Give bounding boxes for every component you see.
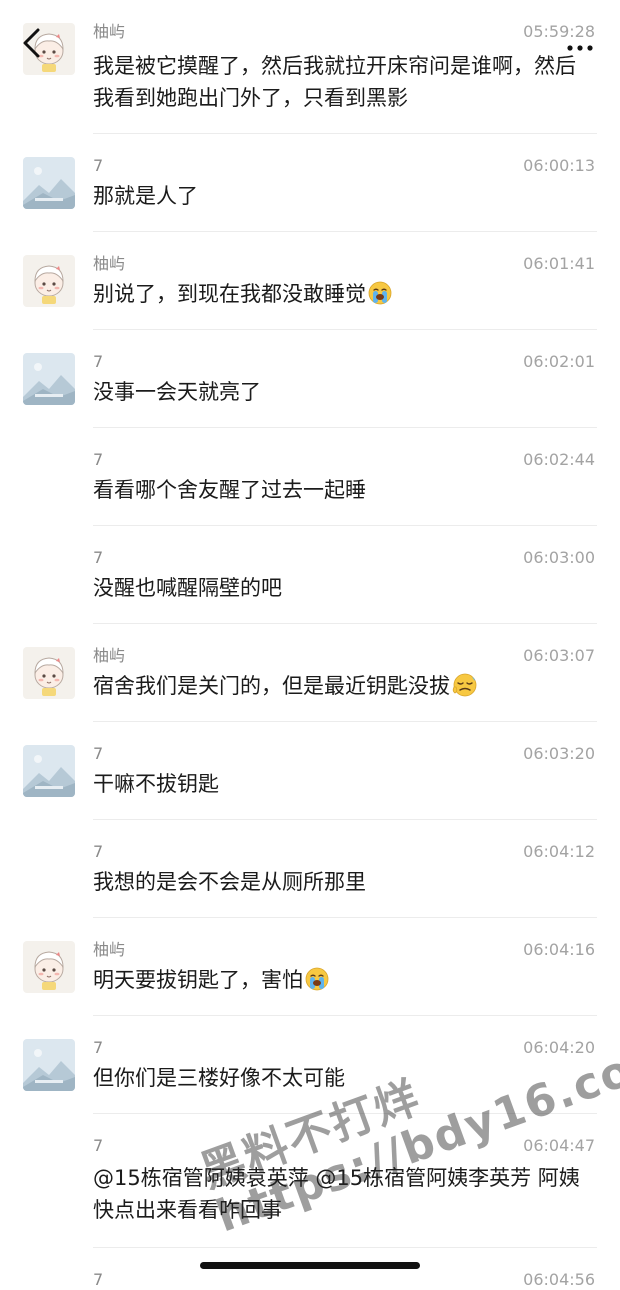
- sender-name[interactable]: 柚屿: [93, 22, 125, 42]
- message-text[interactable]: 我是被它摸醒了，然后我就拉开床帘问是谁啊，然后我看到她跑出门外了，只看到黑影: [93, 50, 583, 114]
- message-text[interactable]: 干嘛不拔钥匙: [93, 768, 583, 800]
- message-text-content: 我是被它摸醒了，然后我就拉开床帘问是谁啊，然后我看到她跑出门外了，只看到黑影: [93, 54, 576, 110]
- message-text-content: 别说了，到现在我都没敢睡觉: [93, 282, 366, 306]
- message-text[interactable]: @15栋宿管阿姨袁英萍 @15栋宿管阿姨李英芳 阿姨快点出来看看咋回事: [93, 1162, 583, 1226]
- message-text[interactable]: 没事一会天就亮了: [93, 376, 583, 408]
- message-text[interactable]: 我想的是会不会是从厕所那里: [93, 866, 583, 898]
- avatar-landscape[interactable]: [23, 1039, 75, 1091]
- sender-name[interactable]: 7: [93, 1038, 103, 1058]
- message-text-content: 宿舍我们是关门的，但是最近钥匙没拔: [93, 674, 450, 698]
- back-chevron-icon[interactable]: [20, 28, 44, 58]
- message-time: 06:02:44: [523, 450, 595, 469]
- message-text[interactable]: 明天要拔钥匙了，害怕: [93, 964, 583, 996]
- message-time: 06:04:20: [523, 1038, 595, 1057]
- sender-name[interactable]: 7: [93, 156, 103, 176]
- sender-name[interactable]: 7: [93, 744, 103, 764]
- sender-name[interactable]: 柚屿: [93, 254, 125, 274]
- message-text[interactable]: 看看哪个舍友醒了过去一起睡: [93, 474, 583, 506]
- avatar-girl[interactable]: [23, 255, 75, 307]
- message-time: 06:04:16: [523, 940, 595, 959]
- message-text-content: 明天要拔钥匙了，害怕: [93, 968, 303, 992]
- home-indicator: [200, 1262, 420, 1269]
- message-text-content: 没事一会天就亮了: [93, 380, 261, 404]
- message-text-content: 没醒也喊醒隔壁的吧: [93, 576, 282, 600]
- crying-face-emoji-icon: [368, 281, 392, 305]
- message-text[interactable]: 宿舍我们是关门的，但是最近钥匙没拔: [93, 670, 583, 702]
- message-row[interactable]: 7 06:04:20 但你们是三楼好像不太可能: [0, 1016, 620, 1114]
- sender-name[interactable]: 7: [93, 548, 103, 568]
- crying-face-emoji-icon: [305, 967, 329, 991]
- message-time: 06:02:01: [523, 352, 595, 371]
- message-row[interactable]: 7 06:03:20 干嘛不拔钥匙: [0, 722, 620, 820]
- message-row[interactable]: 柚屿 05:59:28 我是被它摸醒了，然后我就拉开床帘问是谁啊，然后我看到她跑出门…: [0, 0, 620, 134]
- message-time: 06:04:47: [523, 1136, 595, 1155]
- message-text[interactable]: 那就是人了: [93, 180, 583, 212]
- message-time: 06:04:12: [523, 842, 595, 861]
- message-text-content: @15栋宿管阿姨袁英萍 @15栋宿管阿姨李英芳 阿姨快点出来看看咋回事: [93, 1166, 580, 1222]
- message-time: 06:00:13: [523, 156, 595, 175]
- more-dots-icon[interactable]: [566, 38, 594, 51]
- message-row[interactable]: 柚屿 06:01:41 别说了，到现在我都没敢睡觉: [0, 232, 620, 330]
- avatar-landscape[interactable]: [23, 745, 75, 797]
- message-text-content: 我想的是会不会是从厕所那里: [93, 870, 366, 894]
- message-row[interactable]: 7 06:04:12 我想的是会不会是从厕所那里: [0, 820, 620, 918]
- message-time: 06:03:00: [523, 548, 595, 567]
- sender-name[interactable]: 7: [93, 450, 103, 470]
- message-time: 06:04:56: [523, 1270, 595, 1289]
- sad-tired-face-emoji-icon: [452, 673, 477, 697]
- sender-name[interactable]: 7: [93, 352, 103, 372]
- message-text[interactable]: 别说了，到现在我都没敢睡觉: [93, 278, 583, 310]
- message-row[interactable]: 7 06:03:00 没醒也喊醒隔壁的吧: [0, 526, 620, 624]
- avatar-landscape[interactable]: [23, 157, 75, 209]
- message-row[interactable]: 柚屿 06:03:07 宿舍我们是关门的，但是最近钥匙没拔: [0, 624, 620, 722]
- message-text-content: 看看哪个舍友醒了过去一起睡: [93, 478, 366, 502]
- message-row[interactable]: 7 06:04:47 @15栋宿管阿姨袁英萍 @15栋宿管阿姨李英芳 阿姨快点出来看…: [0, 1114, 620, 1248]
- sender-name[interactable]: 7: [93, 1136, 103, 1156]
- sender-name[interactable]: 柚屿: [93, 646, 125, 666]
- message-row[interactable]: 7 06:00:13 那就是人了: [0, 134, 620, 232]
- message-row[interactable]: 7 06:02:01 没事一会天就亮了: [0, 330, 620, 428]
- message-time: 06:03:20: [523, 744, 595, 763]
- message-text-content: 干嘛不拔钥匙: [93, 772, 219, 796]
- message-text-content: 但你们是三楼好像不太可能: [93, 1066, 345, 1090]
- avatar-landscape[interactable]: [23, 353, 75, 405]
- message-row[interactable]: 7 06:02:44 看看哪个舍友醒了过去一起睡: [0, 428, 620, 526]
- avatar-girl[interactable]: [23, 941, 75, 993]
- sender-name[interactable]: 7: [93, 1270, 103, 1290]
- message-text[interactable]: 但你们是三楼好像不太可能: [93, 1062, 583, 1094]
- message-text-content: 那就是人了: [93, 184, 198, 208]
- message-time: 06:03:07: [523, 646, 595, 665]
- message-row[interactable]: 柚屿 06:04:16 明天要拔钥匙了，害怕: [0, 918, 620, 1016]
- avatar-girl[interactable]: [23, 647, 75, 699]
- sender-name[interactable]: 7: [93, 842, 103, 862]
- sender-name[interactable]: 柚屿: [93, 940, 125, 960]
- message-time: 06:01:41: [523, 254, 595, 273]
- message-text[interactable]: 没醒也喊醒隔壁的吧: [93, 572, 583, 604]
